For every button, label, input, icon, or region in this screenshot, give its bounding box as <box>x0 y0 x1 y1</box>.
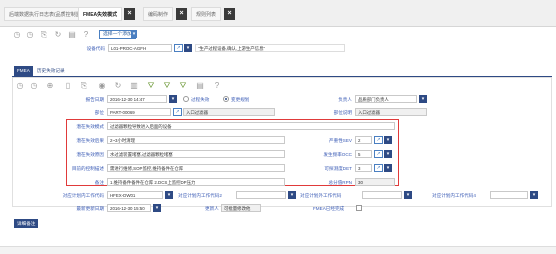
back-icon[interactable]: ◷ <box>13 30 21 39</box>
file-icon[interactable]: ▯ <box>64 81 72 90</box>
lookup-icon[interactable]: ↗ <box>174 44 183 52</box>
dropdown-icon[interactable]: ▾ <box>184 44 192 52</box>
calendar-icon[interactable]: ▾ <box>153 204 161 212</box>
owner-label: 负责人 <box>338 97 352 102</box>
equipment-desc: "生产过程设备,确认,上游生产信息" <box>195 44 345 52</box>
update-date-input[interactable]: 2016-12-30 15:50 <box>107 204 151 212</box>
wo1-select[interactable]: HFEX-DW01 <box>107 191 163 199</box>
forward-icon[interactable]: ◷ <box>30 81 38 90</box>
calendar-icon[interactable]: ▾ <box>169 95 177 103</box>
part-desc-display: 入口过滤器 <box>183 108 275 116</box>
radio-process-failure[interactable] <box>183 96 189 102</box>
delete-icon[interactable]: ▥ <box>130 81 138 90</box>
window-tab-strip: 后端数据执行日志表(品质控制监控) FMEA失效模式 × 编码制作 × 规则列表… <box>0 0 556 27</box>
copy-icon[interactable]: ⎘ <box>80 81 88 90</box>
back-icon[interactable]: ◷ <box>16 81 24 90</box>
updater-label: 更新人 <box>205 206 219 211</box>
failure-effect-input[interactable]: 2~3小时清理 <box>107 136 285 144</box>
rpn-value: 30 <box>355 178 395 186</box>
chevron-down-icon[interactable]: ▾ <box>530 191 538 199</box>
failure-cause-label: 潜在失效原因 <box>76 152 104 157</box>
occ-input[interactable]: 5 <box>355 150 372 158</box>
filter-add-icon[interactable]: ⛛ <box>163 81 171 90</box>
help-icon[interactable]: ? <box>213 81 221 90</box>
wo2-select[interactable] <box>236 191 286 199</box>
fmea-done-checkbox[interactable] <box>356 205 362 211</box>
wo4-select[interactable] <box>490 191 528 199</box>
wo2-label: 对应计划内工作代码2 <box>178 193 222 198</box>
part-desc-value: 入口过滤器 <box>355 108 427 116</box>
chevron-down-icon[interactable]: ▾ <box>419 95 427 103</box>
occ-label: 发生频率OCC <box>323 152 352 157</box>
fmea-done-label: FMEA已经完成 <box>313 206 345 211</box>
save-icon[interactable]: ▤ <box>68 30 76 39</box>
part-desc-label: 部位说明 <box>333 110 352 115</box>
wo3-label: 对应计划外工作代码 <box>300 193 342 198</box>
report-date-label: 报告日期 <box>85 97 104 102</box>
chevron-down-icon[interactable]: ▾ <box>165 191 173 199</box>
close-icon[interactable]: × <box>176 8 187 20</box>
control-label: 目前的控制描述 <box>71 166 104 171</box>
lookup-icon[interactable]: ↗ <box>374 136 383 144</box>
sev-input[interactable]: 2 <box>355 136 372 144</box>
radio-change-plan[interactable] <box>223 96 229 102</box>
radio-process-failure-label: 过程失效 <box>191 97 210 102</box>
rpn-label: 总分值RPN <box>328 180 352 185</box>
chevron-down-icon[interactable]: ▾ <box>404 191 412 199</box>
equipment-code-input[interactable]: L01-PROC-AGFH <box>108 44 172 52</box>
chevron-down-icon[interactable]: ▾ <box>288 191 296 199</box>
close-icon[interactable]: × <box>124 8 135 20</box>
horizontal-scrollbar[interactable] <box>0 246 556 254</box>
radio-change-plan-label: 变更规划 <box>231 97 250 102</box>
add-icon[interactable]: ⊕ <box>46 81 54 90</box>
control-input[interactable]: 需进行维修,SOP监控,维持备件在仓库 <box>107 164 285 172</box>
detail-remark-button[interactable]: 详细备注 <box>14 219 39 228</box>
tab-code[interactable]: 编码制作 <box>143 7 174 21</box>
report-date-input[interactable]: 2016-12-30 14:47 <box>107 95 167 103</box>
update-date-label: 最新更新日期 <box>76 206 104 211</box>
remark-input[interactable]: 1.维持备件备件在仓库 2.DCS上监控DP压力 <box>107 178 285 186</box>
chevron-down-icon[interactable]: ▾ <box>384 164 392 172</box>
chevron-down-icon[interactable]: ▾ <box>384 136 392 144</box>
failure-mode-input[interactable]: 过滤器颗粒导致进入后面的设备 <box>107 122 395 130</box>
lookup-icon[interactable]: ↗ <box>374 164 383 172</box>
det-input[interactable]: 3 <box>355 164 372 172</box>
equipment-label: 设备代码 <box>86 46 105 51</box>
tab-history[interactable]: 历史失效记录 <box>34 66 68 76</box>
lookup-icon[interactable]: ↗ <box>173 108 182 116</box>
refresh-icon[interactable]: ↻ <box>54 30 62 39</box>
wo1-label: 对应计划内工作代码 <box>62 193 104 198</box>
tab-fmea[interactable]: FMEA失效模式 <box>78 7 123 21</box>
copy-icon[interactable]: ⎘ <box>40 30 48 39</box>
failure-mode-label: 潜在失效模式 <box>76 124 104 129</box>
save-icon[interactable]: ▤ <box>196 81 204 90</box>
det-label: 可探测度DET <box>324 166 352 171</box>
help-icon[interactable]: ? <box>82 30 90 39</box>
chevron-down-icon[interactable]: ▾ <box>384 150 392 158</box>
part-input[interactable]: PART-00069 <box>107 108 171 116</box>
failure-effect-label: 潜在失效后果 <box>76 138 104 143</box>
forward-icon[interactable]: ◷ <box>26 30 34 39</box>
part-label: 部位 <box>94 110 104 115</box>
sev-label: 严重性SEV <box>329 138 352 143</box>
filter-clear-icon[interactable]: ⛛ <box>179 81 187 90</box>
wo3-select[interactable] <box>362 191 402 199</box>
updater-display: 可批量修改他 <box>221 204 261 212</box>
dropdown-icon[interactable]: ▾ <box>131 30 137 38</box>
tab-fmea-section[interactable]: FMEA <box>14 66 33 76</box>
owner-select[interactable]: 品质部门负责人 <box>355 95 417 103</box>
filter-icon[interactable]: ⛛ <box>147 81 155 90</box>
tab-rules[interactable]: 规则列表 <box>191 7 222 21</box>
remark-label: 备注 <box>94 180 104 185</box>
refresh-icon[interactable]: ↻ <box>114 81 122 90</box>
failure-cause-input[interactable]: 水过滤装置堵塞,过滤器颗粒堵塞 <box>107 150 285 158</box>
wo4-label: 对应计划内工作代码4 <box>432 193 476 198</box>
lookup-icon[interactable]: ↗ <box>374 150 383 158</box>
close-icon[interactable]: × <box>224 8 235 20</box>
view-icon[interactable]: ◉ <box>98 81 106 90</box>
